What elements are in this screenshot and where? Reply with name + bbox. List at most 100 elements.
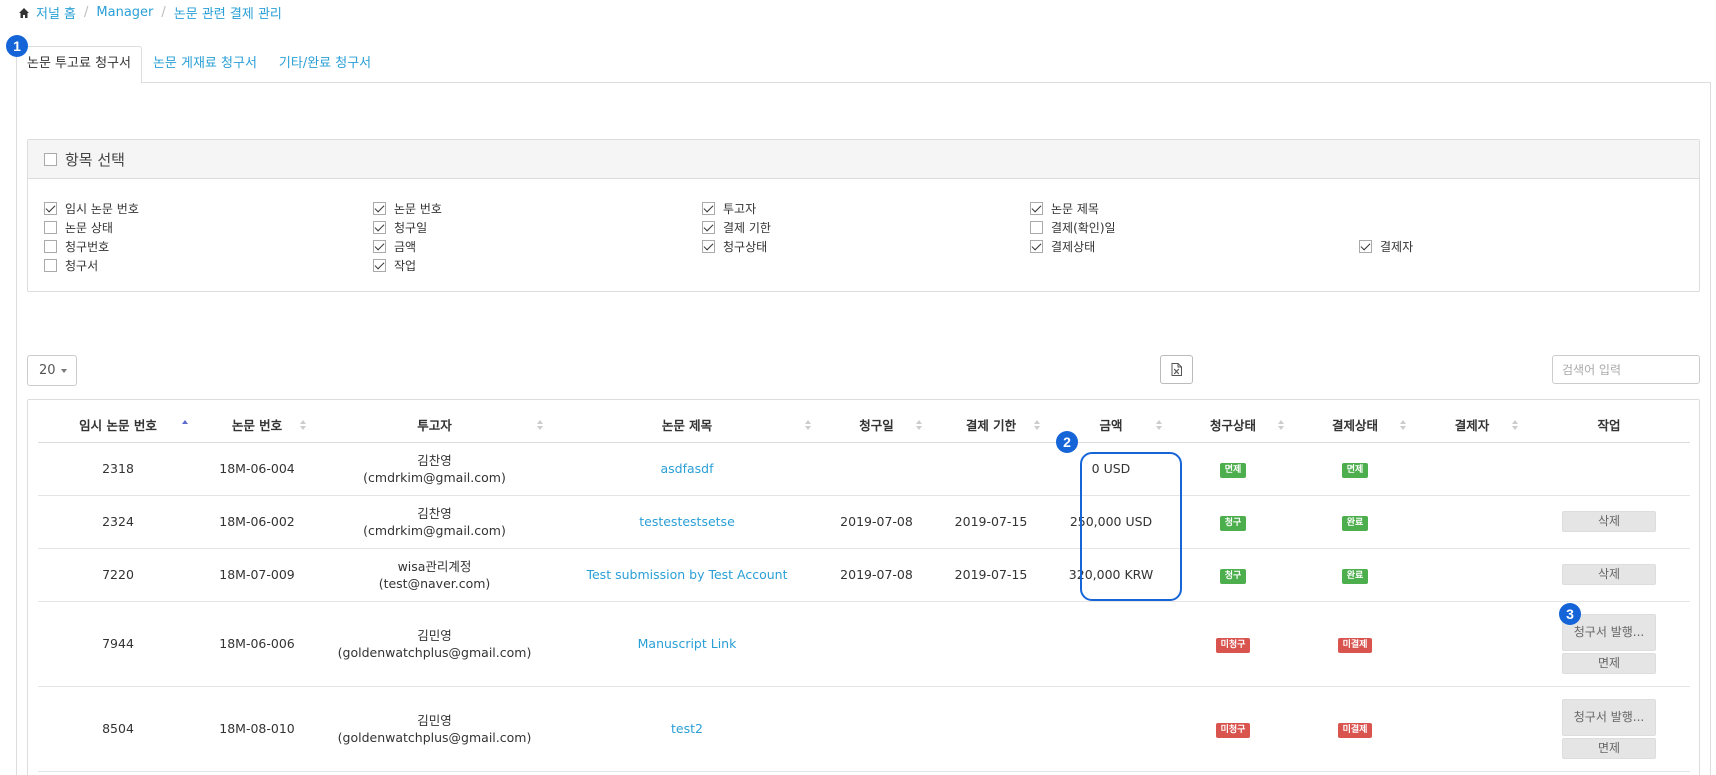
column-checkbox[interactable] — [1030, 239, 1043, 253]
column-checkbox[interactable] — [702, 220, 715, 234]
tab-other-completed[interactable]: 기타/완료 청구서 — [268, 46, 382, 82]
column-option[interactable]: 결제자 — [1359, 237, 1413, 255]
column-option[interactable]: 청구서 — [44, 256, 98, 274]
column-checkbox[interactable] — [44, 239, 57, 253]
column-header[interactable]: 논문 번호 — [198, 408, 316, 443]
column-option[interactable]: 청구상태 — [702, 237, 767, 255]
paper-title-link[interactable]: testestestsetse — [639, 514, 735, 529]
tab-publication-fee[interactable]: 논문 게재료 청구서 — [142, 46, 268, 82]
column-checkbox[interactable] — [702, 239, 715, 253]
paper-title-link[interactable]: Manuscript Link — [638, 636, 737, 651]
column-checkbox[interactable] — [44, 258, 57, 272]
bill-status-badge: 미청구 — [1215, 723, 1251, 738]
pay-status-cell: 미결제 — [1294, 686, 1416, 772]
temp-paper-no-cell: 2324 — [38, 495, 198, 549]
delete-button[interactable]: 삭제 — [1562, 511, 1656, 532]
column-option[interactable]: 임시 논문 번호 — [44, 199, 139, 217]
actions-cell — [1528, 442, 1690, 496]
column-header-label: 논문 번호 — [231, 418, 283, 434]
column-checkbox[interactable] — [373, 201, 386, 215]
column-option[interactable]: 논문 상태 — [44, 218, 113, 236]
breadcrumb-manager-link[interactable]: Manager — [96, 5, 153, 20]
column-header[interactable]: 청구상태 — [1172, 408, 1294, 443]
column-option[interactable]: 작업 — [373, 256, 416, 274]
temp-paper-no-cell: 8504 — [38, 686, 198, 772]
actions-cell: 삭제 — [1528, 548, 1690, 602]
column-header-label: 작업 — [1597, 418, 1621, 434]
column-checkbox[interactable] — [373, 258, 386, 272]
paper-no-cell: 18M-06-004 — [198, 442, 316, 496]
column-option[interactable]: 금액 — [373, 237, 416, 255]
column-header: 작업 — [1528, 408, 1690, 443]
column-checkbox[interactable] — [1030, 220, 1043, 234]
paper-no-cell: 18M-07-009 — [198, 548, 316, 602]
column-checkbox[interactable] — [373, 239, 386, 253]
column-option[interactable]: 청구일 — [373, 218, 427, 236]
column-option[interactable]: 결제 기한 — [702, 218, 771, 236]
author-name: 김민영 — [417, 712, 452, 728]
pay-status-badge: 완료 — [1341, 569, 1369, 584]
author-cell: 김민영 (goldenwatchplus@gmail.com) — [316, 601, 553, 687]
temp-paper-no-cell: 7220 — [38, 548, 198, 602]
amount-cell — [1050, 686, 1172, 772]
column-checkbox[interactable] — [44, 201, 57, 215]
tab-submission-fee[interactable]: 논문 투고료 청구서 — [16, 46, 142, 83]
delete-button[interactable]: 삭제 — [1562, 564, 1656, 585]
breadcrumb-separator: / — [161, 5, 166, 20]
issue-invoice-button[interactable]: 청구서 발행... — [1562, 698, 1656, 736]
pay-status-cell: 완료 — [1294, 548, 1416, 602]
pay-status-cell: 미결제 — [1294, 601, 1416, 687]
paper-title-link[interactable]: test2 — [671, 721, 703, 736]
paper-title-link[interactable]: asdfasdf — [660, 461, 713, 476]
select-all-checkbox[interactable] — [44, 152, 57, 166]
column-option[interactable]: 논문 제목 — [1030, 199, 1099, 217]
column-option[interactable]: 투고자 — [702, 199, 756, 217]
column-header-label: 금액 — [1099, 418, 1123, 434]
column-header[interactable]: 투고자 — [316, 408, 553, 443]
column-option[interactable]: 결제상태 — [1030, 237, 1095, 255]
column-checkbox[interactable] — [373, 220, 386, 234]
column-label: 투고자 — [723, 201, 757, 216]
payer-cell — [1416, 442, 1528, 496]
sort-asc-icon — [182, 420, 188, 424]
exempt-button[interactable]: 면제 — [1562, 652, 1656, 674]
payer-cell — [1416, 686, 1528, 772]
export-excel-button[interactable] — [1160, 355, 1193, 384]
column-header-label: 임시 논문 번호 — [79, 418, 157, 434]
author-email: (cmdrkim@gmail.com) — [363, 522, 506, 538]
column-header[interactable]: 결제 기한 — [932, 408, 1050, 443]
page-size-dropdown[interactable]: 20 — [27, 355, 77, 386]
column-checkbox[interactable] — [1359, 239, 1372, 253]
breadcrumb-current[interactable]: 논문 관련 결제 관리 — [174, 3, 282, 22]
search-input[interactable] — [1552, 355, 1700, 384]
column-header[interactable]: 임시 논문 번호 — [38, 408, 198, 443]
bill-status-badge: 청구 — [1219, 516, 1247, 531]
sort-icon — [1156, 420, 1162, 430]
column-option[interactable]: 청구번호 — [44, 237, 109, 255]
column-option[interactable]: 논문 번호 — [373, 199, 442, 217]
author-name: 김찬영 — [417, 452, 452, 468]
column-header[interactable]: 결제자 — [1416, 408, 1528, 443]
column-header[interactable]: 청구일 — [821, 408, 932, 443]
bill-date-cell: 2019-07-08 — [821, 548, 932, 602]
author-name: 김찬영 — [417, 505, 452, 521]
invoice-table-panel: 임시 논문 번호 논문 번호 투고자 논문 제목 청구일 결제 기한 금액 청구… — [27, 399, 1700, 775]
breadcrumb-home-link[interactable]: 저널 홈 — [36, 3, 76, 22]
exempt-button[interactable]: 면제 — [1562, 737, 1656, 759]
bill-status-badge: 미청구 — [1215, 638, 1251, 653]
actions-cell: 삭제 — [1528, 495, 1690, 549]
sort-icon — [916, 420, 922, 430]
author-cell: wisa관리계정 (test@naver.com) — [316, 548, 553, 602]
bill-status-badge: 청구 — [1219, 569, 1247, 584]
column-checkbox[interactable] — [702, 201, 715, 215]
bill-date-cell — [821, 442, 932, 496]
column-header[interactable]: 결제상태 — [1294, 408, 1416, 443]
column-checkbox[interactable] — [44, 220, 57, 234]
column-header[interactable]: 논문 제목 — [553, 408, 821, 443]
author-email: (cmdrkim@gmail.com) — [363, 469, 506, 485]
title-cell: Test submission by Test Account — [553, 548, 821, 602]
column-checkbox[interactable] — [1030, 201, 1043, 215]
paper-title-link[interactable]: Test submission by Test Account — [586, 567, 787, 582]
title-cell: Manuscript Link — [553, 601, 821, 687]
column-option[interactable]: 결제(확인)일 — [1030, 218, 1116, 236]
